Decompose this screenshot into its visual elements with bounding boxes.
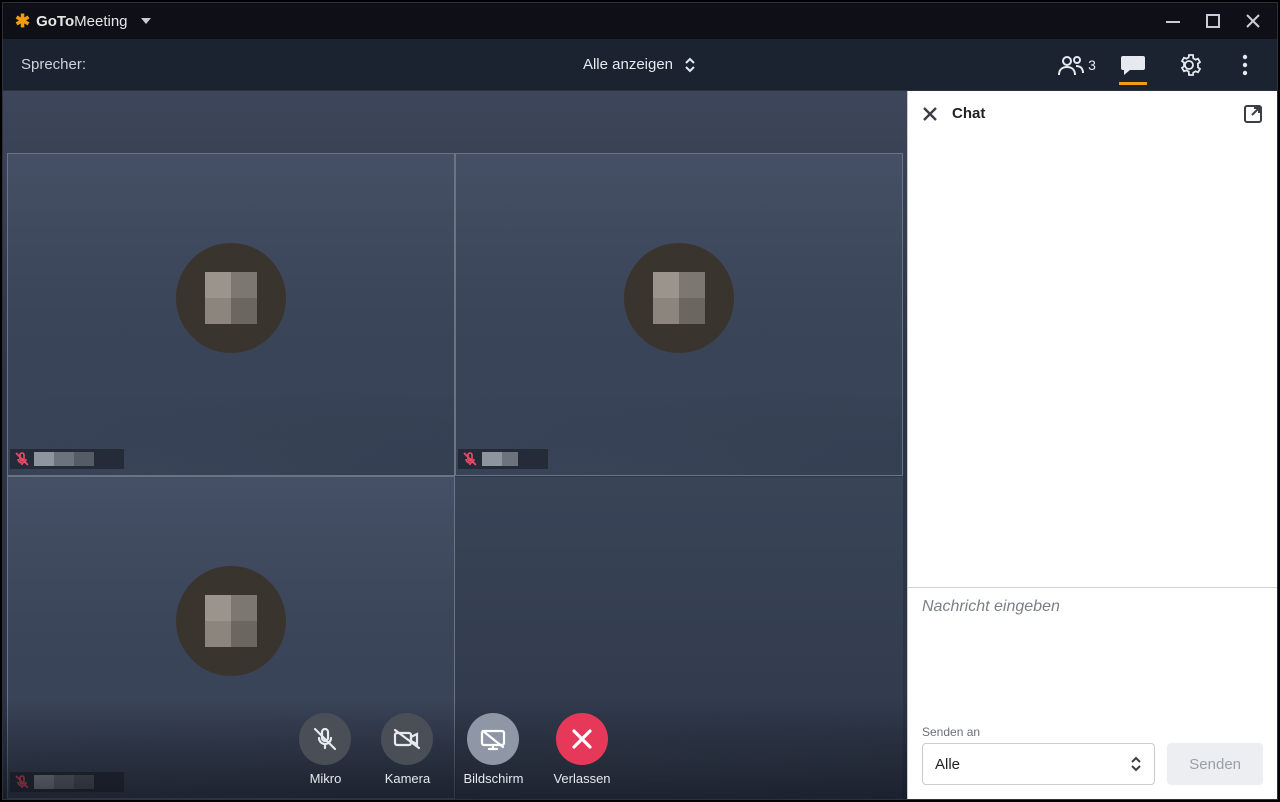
muted-mic-icon [14,451,30,467]
participants-button[interactable]: 3 [1063,51,1091,79]
send-to-label: Senden an [922,725,1155,739]
logo-icon: ✱ [15,11,30,32]
chat-popout-button[interactable] [1243,104,1263,124]
chat-message-input[interactable] [922,598,1263,693]
brand-prefix: GoTo [36,13,74,30]
screen-share-icon [479,727,507,751]
avatar [176,566,286,676]
participant-tile[interactable] [7,153,455,476]
gear-icon [1177,53,1201,77]
chat-header: Chat [908,91,1277,137]
mic-off-icon [312,726,338,752]
participant-name-redacted [34,452,94,466]
brand-suffix: Meeting [74,13,127,30]
send-to-value: Alle [935,756,960,773]
chat-close-button[interactable] [922,106,938,122]
view-mode-sort-icon [683,56,697,74]
avatar [176,243,286,353]
titlebar: ✱ GoToMeeting [3,3,1277,39]
chat-send-row: Senden an Alle Senden [908,717,1277,799]
more-menu-button[interactable] [1231,51,1259,79]
chat-input-area [908,587,1277,717]
mic-toggle[interactable]: Mikro [299,713,351,786]
participant-namebar [10,449,124,469]
close-icon [571,728,593,750]
view-mode-label: Alle anzeigen [583,56,673,73]
maximize-button[interactable] [1203,11,1223,31]
leave-label: Verlassen [553,771,610,786]
avatar [624,243,734,353]
people-icon [1058,54,1084,76]
mic-label: Mikro [310,771,342,786]
brand-text: GoToMeeting [36,13,127,30]
toolbar-right: 3 [1063,51,1259,79]
minimize-button[interactable] [1163,11,1183,31]
chat-messages [908,137,1277,587]
participant-tile[interactable] [455,153,903,476]
view-mode-selector[interactable]: Alle anzeigen [583,56,697,74]
select-sort-icon [1130,755,1142,773]
video-stage: Mikro Kamera Bilds [3,91,907,799]
close-window-button[interactable] [1243,11,1263,31]
send-to-select[interactable]: Alle [922,743,1155,785]
send-button[interactable]: Senden [1167,743,1263,785]
kebab-icon [1242,54,1248,76]
participant-namebar [458,449,548,469]
screen-label: Bildschirm [463,771,523,786]
settings-button[interactable] [1175,51,1203,79]
video-grid [3,91,907,799]
window-buttons [1163,11,1271,31]
send-to-group: Senden an Alle [922,725,1155,785]
app-brand[interactable]: ✱ GoToMeeting [15,11,152,32]
main-area: Mikro Kamera Bilds [3,91,1277,799]
camera-toggle[interactable]: Kamera [381,713,433,786]
camera-off-icon [393,727,421,751]
control-bar: Mikro Kamera Bilds [3,699,907,799]
camera-label: Kamera [385,771,431,786]
leave-button[interactable]: Verlassen [553,713,610,786]
speaker-label: Sprecher: [21,56,86,73]
toolbar: Sprecher: Alle anzeigen 3 [3,39,1277,91]
share-screen-button[interactable]: Bildschirm [463,713,523,786]
participant-count: 3 [1088,57,1096,73]
muted-mic-icon [462,451,478,467]
participant-name-redacted [482,452,518,466]
chat-button[interactable] [1119,57,1147,85]
chat-panel: Chat Senden an Alle [907,91,1277,799]
chat-title: Chat [952,105,985,122]
app-window: ✱ GoToMeeting Sprecher: Alle anzeigen [2,2,1278,800]
chat-icon [1120,53,1146,77]
brand-dropdown-icon[interactable] [140,16,152,26]
